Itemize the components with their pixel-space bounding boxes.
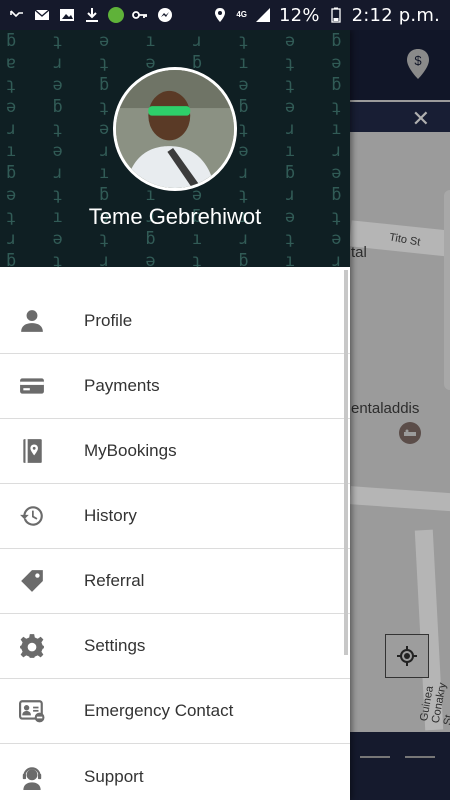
menu-item-emergency-contact[interactable]: Emergency Contact (0, 679, 350, 744)
credit-card-icon (0, 370, 64, 402)
contact-card-icon (0, 695, 64, 727)
missed-call-icon (8, 7, 26, 23)
menu-item-mybookings[interactable]: MyBookings (0, 419, 350, 484)
divider (360, 756, 390, 758)
map-label: entaladdis (351, 400, 420, 417)
map-search-field[interactable] (350, 102, 450, 132)
menu-item-label: Emergency Contact (84, 701, 234, 720)
svg-text:$: $ (414, 53, 422, 68)
image-icon (58, 7, 76, 23)
mail-icon (33, 7, 51, 23)
menu-item-label: MyBookings (84, 441, 177, 460)
app-status-icon (108, 7, 124, 23)
drawer-menu: Profile Payments MyBookings History Refe… (0, 267, 350, 800)
menu-item-history[interactable]: History (0, 484, 350, 549)
menu-item-payments[interactable]: Payments (0, 354, 350, 419)
avatar[interactable] (113, 67, 237, 191)
battery-percent: 12% (279, 4, 320, 26)
map-label: Guinea Conakry St (418, 681, 450, 727)
location-icon (211, 7, 229, 23)
map-side-card[interactable] (444, 190, 450, 390)
menu-item-label: Payments (84, 376, 160, 395)
menu-item-label: Settings (84, 636, 146, 655)
network-type: 4G (236, 10, 248, 19)
tag-icon (0, 565, 64, 597)
status-bar: 4G 12% 2:12 p.m. (0, 0, 450, 30)
book-location-icon (0, 435, 64, 467)
clock: 2:12 p.m. (351, 4, 440, 26)
download-icon (83, 7, 101, 23)
battery-icon (327, 7, 345, 23)
menu-item-label: Referral (84, 571, 145, 590)
person-icon (0, 305, 64, 337)
drawer-header: ƃ ʇ ǝ ı ɹ ʇ ǝ ƃ ʇ ǝ ɹ ɐ ɹ ʇ ǝ ƃ ı ʇ ǝ ɹ … (0, 30, 350, 267)
history-icon (0, 500, 64, 532)
user-name: Teme Gebrehiwot (88, 204, 262, 229)
map-label: tal (351, 244, 367, 261)
navigation-drawer: ƃ ʇ ǝ ı ɹ ʇ ǝ ƃ ʇ ǝ ɹ ɐ ɹ ʇ ǝ ƃ ı ʇ ǝ ɹ … (0, 30, 350, 800)
my-location-icon[interactable] (385, 634, 429, 678)
dollar-pin-icon[interactable]: $ (404, 48, 432, 80)
menu-item-support[interactable]: Support (0, 744, 350, 800)
divider (405, 756, 435, 758)
hotel-icon[interactable] (399, 422, 421, 444)
menu-item-label: Profile (84, 311, 133, 330)
menu-item-referral[interactable]: Referral (0, 549, 350, 614)
signal-icon (254, 7, 272, 23)
menu-item-profile[interactable]: Profile (0, 289, 350, 354)
close-icon[interactable]: ✕ (412, 106, 430, 132)
menu-item-label: History (84, 506, 137, 525)
key-icon (131, 7, 149, 23)
menu-item-settings[interactable]: Settings (0, 614, 350, 679)
drawer-scrollbar[interactable] (344, 270, 348, 655)
road (349, 486, 450, 512)
messenger-icon (156, 7, 174, 23)
gear-icon (0, 630, 64, 662)
notification-icons (8, 7, 174, 23)
support-agent-icon (0, 761, 64, 793)
system-icons: 4G 12% 2:12 p.m. (211, 5, 440, 26)
menu-item-label: Support (84, 766, 144, 786)
